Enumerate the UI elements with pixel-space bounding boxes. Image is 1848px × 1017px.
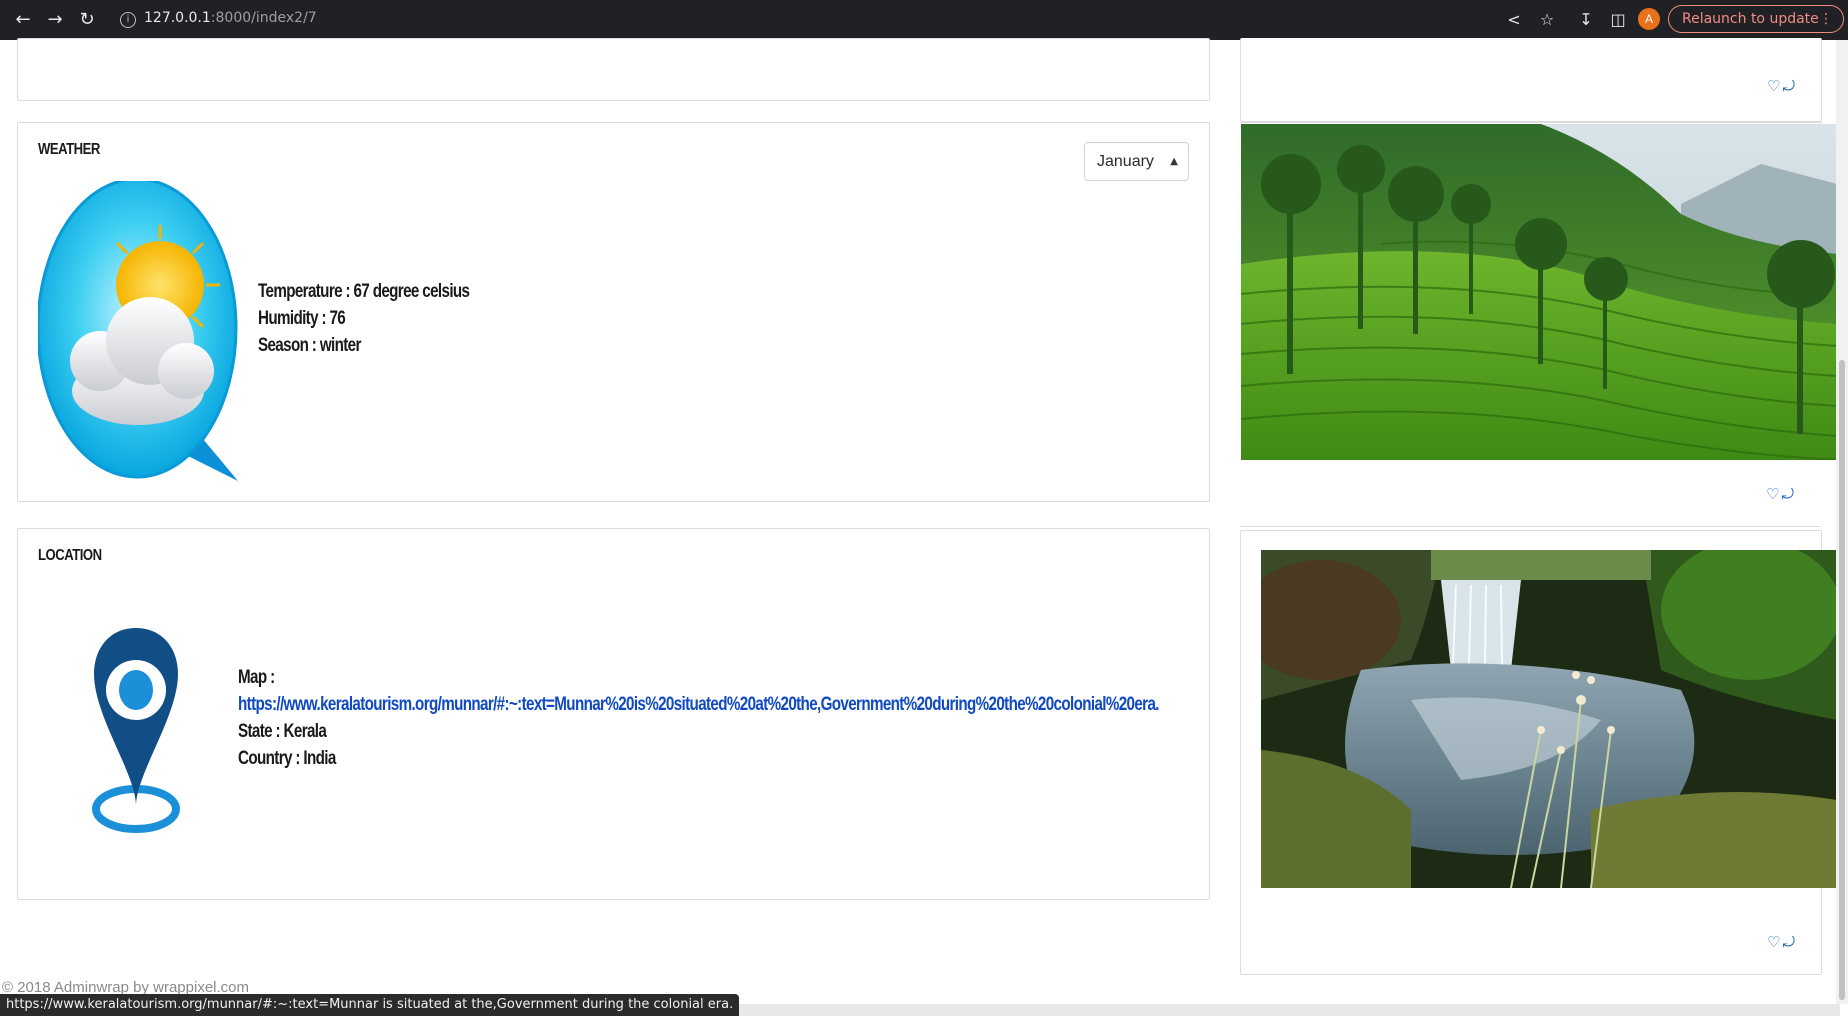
heart-icon[interactable]: ♡ (1766, 486, 1779, 502)
previous-card (17, 38, 1210, 101)
gallery-card-waterfall: ♡ ⤾ (1240, 530, 1837, 975)
map-label: Map : (238, 667, 275, 688)
relaunch-button[interactable]: Relaunch to update ⋮ (1668, 5, 1844, 33)
browser-toolbar: ← → ↻ i 127.0.0.1:8000/index2/7 < ☆ ↧ ◫ … (0, 0, 1848, 40)
url-path: :8000/index2/7 (210, 10, 317, 26)
season-text: Season : winter (258, 335, 361, 356)
heart-icon[interactable]: ♡ (1767, 78, 1780, 94)
vertical-scrollbar[interactable] (1836, 40, 1848, 1004)
share-icon[interactable]: ⤾ (1782, 78, 1795, 94)
map-link[interactable]: https://www.keralatourism.org/munnar/#:~… (238, 694, 1159, 715)
select-caret-icon: ▲ (1170, 156, 1178, 167)
horizontal-scrollbar[interactable] (660, 1004, 1840, 1016)
relaunch-label: Relaunch to update (1682, 11, 1819, 27)
weather-details: Temperature : 67 degree celsius Humidity… (258, 278, 522, 359)
heart-icon[interactable]: ♡ (1767, 934, 1780, 950)
share-icon[interactable]: ⤾ (1781, 486, 1794, 502)
waterfall-image[interactable] (1261, 550, 1837, 888)
link-status-bar: https://www.keralatourism.org/munnar/#:~… (0, 994, 740, 1016)
gallery-card-tea: ♡ ⤾ (1240, 122, 1837, 527)
address-bar[interactable]: 127.0.0.1:8000/index2/7 (144, 10, 317, 26)
share-icon[interactable]: ⤾ (1782, 934, 1795, 950)
month-select[interactable]: January ▲ (1084, 142, 1189, 181)
location-details: Map : https://www.keralatourism.org/munn… (238, 664, 1389, 772)
country-text: Country : India (238, 748, 336, 769)
month-select-value: January (1097, 153, 1154, 170)
temperature-text: Temperature : 67 degree celsius (258, 281, 470, 302)
card-actions: ♡ ⤾ (1767, 934, 1795, 950)
scrollbar-thumb[interactable] (1839, 360, 1845, 1000)
avatar[interactable]: A (1638, 8, 1660, 30)
url-host: 127.0.0.1 (144, 10, 211, 26)
weather-partly-cloudy-icon (38, 181, 238, 481)
weather-card: WEATHER Temperature: 67 degree celsius … (17, 122, 1210, 502)
sidebar-icon[interactable]: ◫ (1606, 8, 1630, 32)
location-card: LOCATION Map : https://www.keralatourism… (17, 528, 1210, 900)
reload-icon[interactable]: ↻ (75, 8, 99, 32)
map-pin-icon (92, 628, 180, 833)
star-icon[interactable]: ☆ (1535, 8, 1559, 32)
menu-dots-icon[interactable]: ⋮ (1819, 6, 1833, 32)
map-link-line: https://www.keralatourism.org/munnar/#:~… (238, 691, 1159, 718)
card-actions: ♡ ⤾ (1767, 78, 1795, 94)
forward-icon[interactable]: → (43, 8, 67, 32)
location-title: LOCATION (38, 547, 102, 564)
gallery-card-top: ♡ ⤾ (1240, 38, 1822, 122)
info-icon[interactable]: i (120, 12, 136, 28)
download-icon[interactable]: ↧ (1574, 8, 1598, 32)
card-actions: ♡ ⤾ (1766, 486, 1794, 502)
state-text: State : Kerala (238, 721, 327, 742)
humidity-text: Humidity : 76 (258, 308, 346, 329)
back-icon[interactable]: ← (11, 8, 35, 32)
weather-title: WEATHER (38, 141, 100, 158)
tea-plantation-image[interactable] (1241, 124, 1837, 460)
share-icon[interactable]: < (1502, 8, 1526, 32)
